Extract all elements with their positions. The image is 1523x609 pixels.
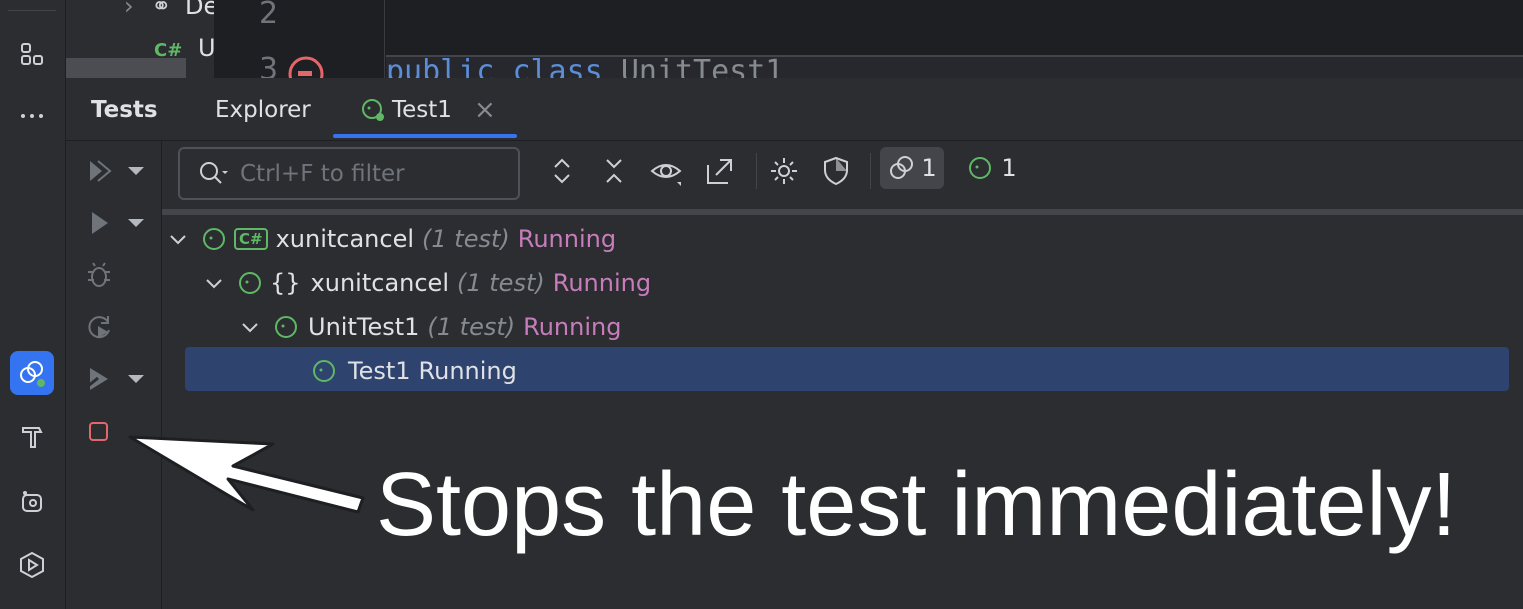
collapse-all-icon	[606, 159, 622, 183]
chevron-right-icon: ›	[124, 0, 134, 20]
code-keyword: public	[386, 55, 495, 78]
export-button[interactable]	[700, 151, 740, 191]
tab-explorer[interactable]: Explorer	[215, 80, 311, 140]
running-status-icon	[313, 360, 335, 382]
passed-filter-toggle[interactable]: 1	[962, 147, 1022, 189]
running-status-icon	[203, 228, 225, 250]
divider	[8, 10, 56, 11]
show-button[interactable]	[646, 151, 686, 191]
tab-label: Explorer	[215, 97, 311, 123]
csharp-project-icon: C#	[234, 228, 268, 250]
run-test-gutter-icon[interactable]	[286, 54, 326, 78]
tab-label: Test1	[392, 97, 452, 123]
tab-test1[interactable]: Test1 ×	[360, 80, 496, 140]
filter-input[interactable]	[238, 159, 512, 188]
line-number: 2	[259, 0, 279, 31]
structure-icon[interactable]	[10, 32, 54, 76]
toolbar-separator	[756, 153, 757, 189]
callout-arrow	[128, 435, 365, 514]
active-tab-indicator	[333, 134, 517, 138]
run-icon	[92, 212, 108, 234]
running-status-icon	[275, 316, 297, 338]
editor-gutter: 2 3	[214, 0, 385, 78]
chevron-down-icon[interactable]	[128, 167, 144, 175]
search-icon	[200, 161, 228, 184]
test-count: (1 test)	[422, 225, 510, 253]
running-tests-icon	[890, 156, 914, 179]
debug-button[interactable]	[84, 257, 144, 293]
build-hammer-icon[interactable]	[10, 414, 54, 458]
test-actions-toolbar	[66, 141, 162, 609]
expand-all-button[interactable]	[542, 151, 582, 191]
tab-tests[interactable]: Tests	[91, 80, 158, 140]
chevron-down-icon[interactable]	[166, 227, 190, 251]
running-status-icon	[239, 272, 261, 294]
scrollbar-thumb[interactable]	[66, 58, 186, 78]
shield-refresh-icon	[824, 156, 848, 186]
tree-node-dependencies[interactable]: › ⚭ De	[124, 0, 214, 20]
namespace-icon: {}	[270, 269, 301, 297]
activity-bar	[0, 0, 66, 609]
chevron-down-icon[interactable]	[202, 271, 226, 295]
unit-tests-icon[interactable]	[10, 351, 54, 395]
tab-label: Tests	[91, 97, 158, 123]
dependencies-icon: ⚭	[151, 0, 172, 20]
tree-row-label: xunitcancel	[310, 269, 449, 297]
run-coverage-icon	[87, 368, 108, 390]
code-keyword: class	[512, 55, 603, 78]
test-count: (1 test)	[427, 313, 516, 341]
filter-box[interactable]	[178, 147, 520, 200]
passed-count: 1	[1001, 154, 1017, 182]
tree-row-project[interactable]: C# xunitcancel (1 test) Running	[166, 217, 616, 261]
more-icon[interactable]	[10, 94, 54, 138]
code-class-name: UnitTest1	[620, 55, 784, 78]
project-tree: › ⚭ De C# Ur	[66, 0, 214, 78]
status-text: Running	[517, 225, 617, 253]
export-icon	[707, 159, 732, 184]
test-count: (1 test)	[457, 269, 545, 297]
tree-node-label: De	[185, 0, 214, 20]
run-all-icon	[90, 160, 112, 182]
tool-window-tab-bar: Tests Explorer Test1 ×	[66, 80, 1523, 141]
services-icon[interactable]	[10, 480, 54, 524]
status-text: Running	[418, 357, 517, 385]
running-count: 1	[921, 154, 937, 182]
collapse-all-button[interactable]	[594, 151, 634, 191]
chevron-down-icon[interactable]	[128, 375, 144, 383]
toolbar-separator	[870, 153, 871, 189]
expand-all-icon	[554, 158, 570, 184]
passed-status-icon	[969, 157, 992, 179]
rerun-button[interactable]	[84, 309, 144, 345]
tree-row-label: Test1	[348, 357, 411, 385]
run-all-button[interactable]	[84, 153, 144, 189]
run-with-coverage-button[interactable]	[84, 361, 144, 397]
tree-row-label: UnitTest1	[308, 313, 420, 341]
tree-row-class[interactable]: UnitTest1 (1 test) Running	[238, 305, 621, 349]
chevron-down-icon[interactable]	[238, 315, 262, 339]
run-services-icon[interactable]	[10, 543, 54, 587]
code-line: public class UnitTest1	[386, 55, 1523, 78]
status-text: Running	[523, 313, 622, 341]
running-status-icon	[362, 99, 384, 121]
status-text: Running	[552, 269, 652, 297]
tree-row-label: xunitcancel	[275, 225, 415, 253]
line-number: 3	[259, 52, 279, 78]
debug-bug-icon	[88, 262, 110, 287]
chevron-down-icon[interactable]	[128, 219, 144, 227]
rerun-icon	[88, 316, 110, 339]
tree-node-label: Ur	[197, 34, 214, 62]
editor-area: › ⚭ De C# Ur 2 3 public class UnitTest1	[66, 0, 1523, 78]
tree-row-namespace[interactable]: {} xunitcancel (1 test) Running	[202, 261, 651, 305]
annotation-text: Stops the test immediately!	[376, 455, 1457, 555]
close-icon[interactable]: ×	[474, 95, 496, 125]
progress-rail	[162, 209, 1523, 215]
running-filter-toggle[interactable]: 1	[880, 147, 944, 189]
stop-icon	[89, 422, 108, 441]
eye-icon	[650, 164, 682, 186]
gear-icon	[771, 158, 797, 184]
auto-test-button[interactable]	[816, 151, 856, 191]
settings-button[interactable]	[764, 151, 804, 191]
tree-row-test[interactable]: Test1 Running	[312, 349, 517, 393]
run-selected-button[interactable]	[84, 205, 144, 241]
